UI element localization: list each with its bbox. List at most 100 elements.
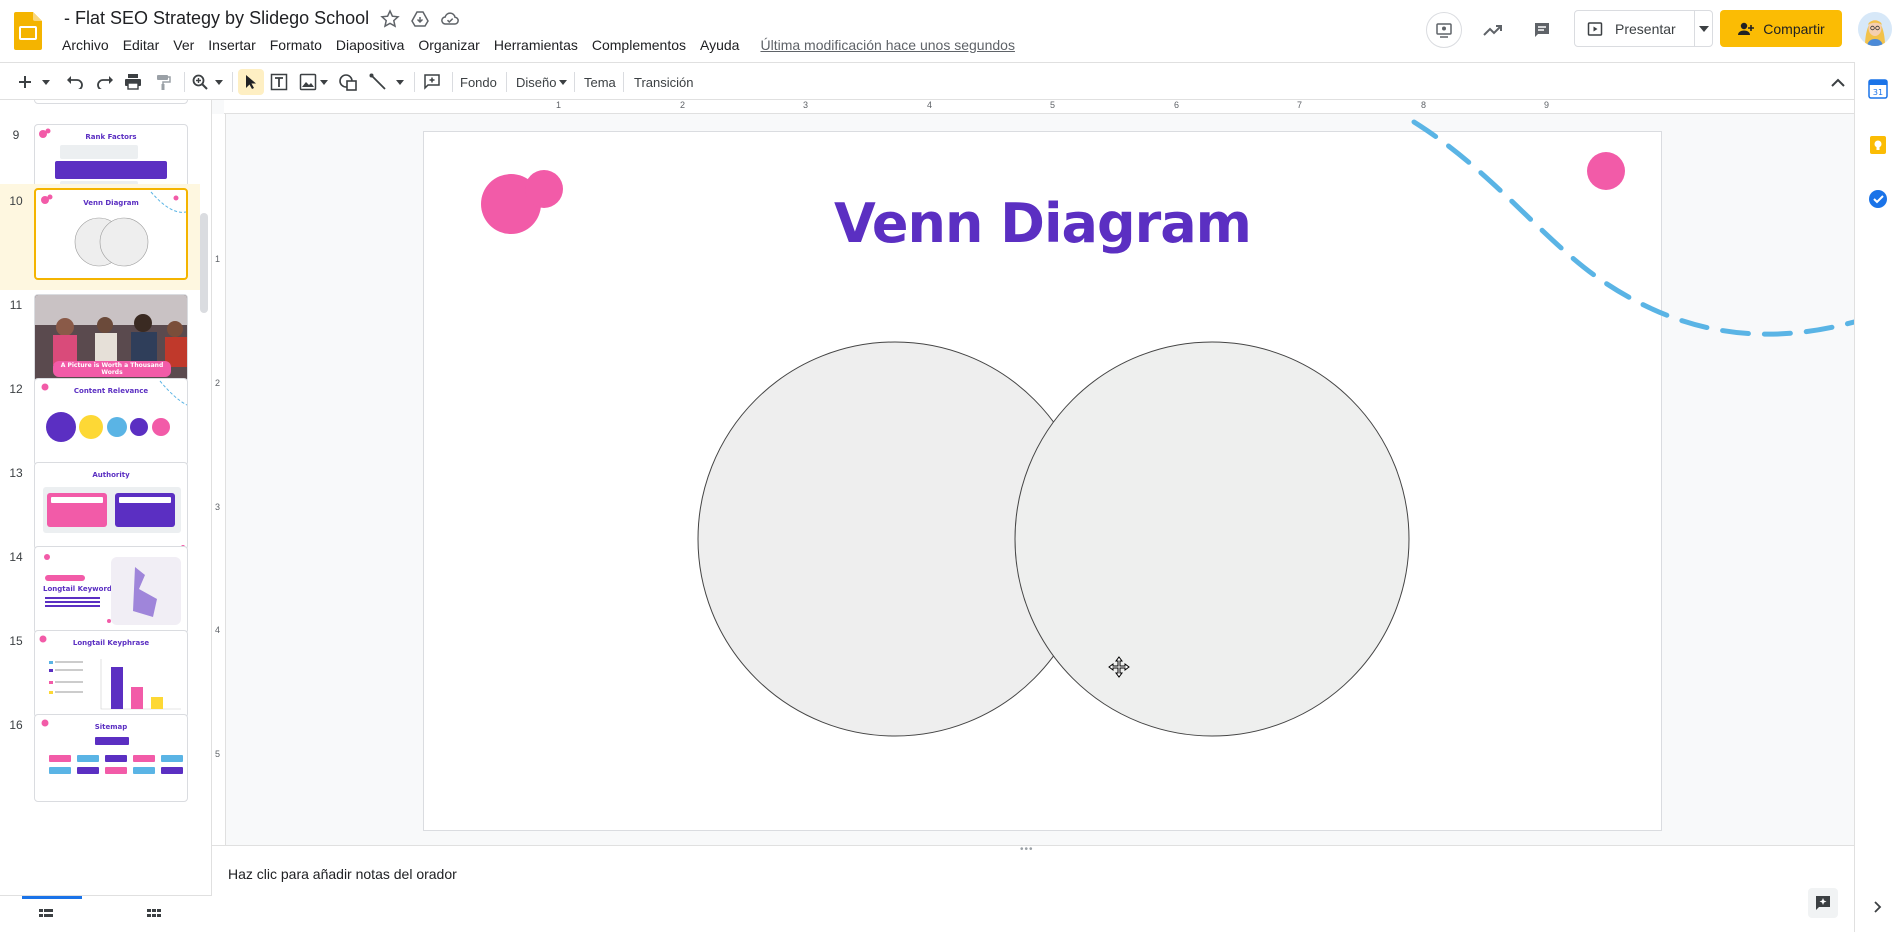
text-box-button[interactable] [267, 69, 291, 95]
slide-thumbnail-row[interactable] [0, 100, 200, 114]
slide-number: 12 [9, 382, 23, 396]
activity-button[interactable] [1474, 12, 1510, 48]
new-slide-button[interactable] [14, 69, 36, 95]
present-dropdown-button[interactable] [1694, 11, 1712, 46]
menu-ayuda[interactable]: Ayuda [693, 36, 746, 54]
toolbar-separator [574, 72, 575, 92]
ruler-label: 9 [1544, 100, 1550, 110]
background-button[interactable]: Fondo [460, 69, 497, 95]
ruler-label: 2 [215, 378, 221, 388]
toolbar-separator [414, 72, 415, 92]
star-icon[interactable] [380, 9, 400, 29]
slide-thumbnail-row-selected[interactable]: 10 Venn Diagram [0, 184, 200, 290]
slide-title[interactable]: Venn Diagram [424, 192, 1661, 255]
print-button[interactable] [120, 69, 146, 95]
cloud-saved-icon[interactable] [440, 9, 460, 29]
thumbnail-preview [39, 635, 181, 710]
svg-text:31: 31 [1873, 88, 1883, 97]
comments-button[interactable] [1524, 12, 1560, 48]
caret-down-icon [1698, 25, 1709, 32]
grid-view-button[interactable] [144, 906, 164, 924]
vertical-ruler[interactable]: 1 2 3 4 5 [212, 114, 226, 845]
line-dropdown[interactable] [394, 69, 406, 95]
explore-icon [1816, 896, 1830, 910]
select-tool-button[interactable] [238, 69, 264, 95]
toolbar-separator [184, 72, 185, 92]
notes-resize-handle[interactable]: ••• [1020, 844, 1034, 855]
toolbar-separator [232, 72, 233, 92]
menu-bar: Archivo Editar Ver Insertar Formato Diap… [55, 36, 1015, 54]
meeting-button[interactable] [1426, 12, 1462, 48]
speaker-notes[interactable]: ••• Haz clic para añadir notas del orado… [212, 844, 1854, 932]
paint-format-button[interactable] [150, 69, 176, 95]
paint-format-icon [157, 75, 171, 90]
slides-logo-icon[interactable] [14, 12, 42, 50]
grid-view-icon [147, 909, 161, 917]
zoom-button[interactable] [188, 69, 212, 95]
ruler-label: 3 [215, 502, 221, 512]
chevron-right-icon [1874, 901, 1882, 913]
toolbar: Fondo Diseño Tema Transición [0, 62, 1901, 100]
slide-filmstrip[interactable]: 9 Rank Factors 10 Venn Diagram 11 A Pict… [0, 100, 212, 895]
slide-thumbnail[interactable]: A Picture is Worth a Thousand Words [34, 294, 188, 382]
explore-button[interactable] [1808, 888, 1838, 918]
print-icon [125, 74, 141, 90]
menu-organizar[interactable]: Organizar [411, 36, 486, 54]
tasks-button[interactable] [1867, 188, 1889, 210]
present-to-meeting-icon [1436, 23, 1452, 38]
insert-image-dropdown[interactable] [318, 69, 330, 95]
redo-button[interactable] [92, 69, 118, 95]
move-to-drive-icon[interactable] [410, 9, 430, 29]
document-title[interactable]: - Flat SEO Strategy by Slidego School [64, 8, 369, 29]
menu-formato[interactable]: Formato [263, 36, 329, 54]
transition-button[interactable]: Transición [634, 69, 693, 95]
menu-ver[interactable]: Ver [166, 36, 201, 54]
slide-canvas[interactable]: 1 2 3 4 5 6 7 8 9 1 2 3 4 5 Venn Diagram [212, 100, 1854, 845]
theme-button[interactable]: Tema [584, 69, 616, 95]
slide-thumbnail[interactable]: Longtail Keyword [34, 546, 188, 634]
slide-thumbnail[interactable]: Longtail Keyphrase [34, 630, 188, 718]
collapse-toolbar-button[interactable] [1826, 69, 1850, 95]
expand-side-panel-button[interactable] [1867, 896, 1889, 918]
menu-diapositiva[interactable]: Diapositiva [329, 36, 411, 54]
caret-down-icon [559, 79, 568, 85]
venn-circle-right[interactable] [1014, 341, 1410, 737]
slideshow-icon [1587, 21, 1603, 36]
add-comment-icon [424, 74, 440, 90]
new-slide-dropdown[interactable] [40, 69, 52, 95]
slide[interactable]: Venn Diagram [424, 119, 1854, 830]
slide-thumbnail[interactable]: Authority [34, 462, 188, 550]
layout-button[interactable]: Diseño [516, 69, 568, 95]
calendar-button[interactable]: 31 [1867, 78, 1889, 100]
pink-dot-right[interactable] [1587, 152, 1625, 190]
user-avatar[interactable] [1858, 12, 1892, 46]
slide-thumbnail[interactable] [34, 100, 188, 104]
keep-button[interactable] [1867, 134, 1889, 156]
ruler-label: 4 [927, 100, 933, 110]
share-button[interactable]: Compartir [1720, 10, 1842, 47]
thumbnail-preview [41, 719, 183, 774]
shape-button[interactable] [336, 69, 360, 95]
menu-editar[interactable]: Editar [116, 36, 167, 54]
menu-herramientas[interactable]: Herramientas [487, 36, 585, 54]
speaker-notes-placeholder[interactable]: Haz clic para añadir notas del orador [228, 866, 457, 882]
slide-thumbnail[interactable]: Sitemap [34, 714, 188, 802]
slide-thumbnail-row[interactable]: 16 Sitemap [0, 712, 200, 812]
menu-insertar[interactable]: Insertar [201, 36, 262, 54]
slide-thumbnail[interactable]: Content Relevance [34, 378, 188, 466]
last-edit-link[interactable]: Última modificación hace unos segundos [760, 37, 1014, 53]
share-label: Compartir [1763, 20, 1825, 37]
add-comment-button[interactable] [420, 69, 444, 95]
slide-thumbnail-selected[interactable]: Venn Diagram [34, 188, 188, 280]
present-button[interactable]: Presentar [1575, 11, 1694, 46]
menu-complementos[interactable]: Complementos [585, 36, 693, 54]
undo-button[interactable] [62, 69, 88, 95]
move-cursor-icon [1108, 656, 1130, 678]
filmstrip-scrollbar[interactable] [200, 213, 208, 313]
line-button[interactable] [366, 69, 390, 95]
filmstrip-view-button[interactable] [36, 906, 56, 924]
horizontal-ruler[interactable]: 1 2 3 4 5 6 7 8 9 [224, 100, 1854, 114]
zoom-dropdown[interactable] [213, 69, 225, 95]
insert-image-button[interactable] [296, 69, 320, 95]
menu-archivo[interactable]: Archivo [55, 36, 116, 54]
